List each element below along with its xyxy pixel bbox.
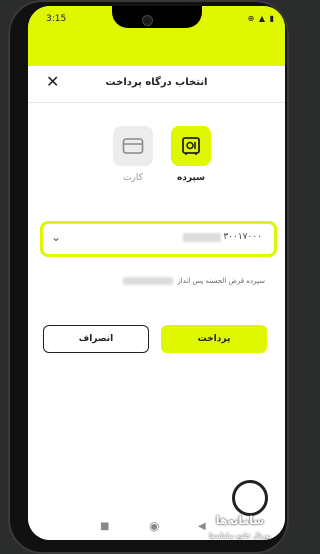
status-time: 3:15 — [46, 14, 67, 24]
status-bar: 3:15 ⊕ ▲ ▮ — [28, 6, 285, 66]
watermark-text: سامانه‌ها — [215, 514, 265, 527]
account-note: سپرده قرض الحسنه پس انداز — [123, 277, 265, 285]
masked-digits — [183, 232, 222, 242]
chevron-down-icon: ⌄ — [51, 230, 62, 244]
account-select[interactable]: ⌄ ۳۰۰۱۷۰۰۰ — [40, 221, 277, 257]
home-icon[interactable]: ◉ — [149, 519, 159, 533]
pay-button[interactable]: پرداخت — [161, 325, 267, 353]
cancel-button[interactable]: انصراف — [43, 325, 149, 353]
watermark-logo: سامانه‌ها پورتال جامع سامانه‌ها — [188, 470, 292, 552]
notch — [112, 6, 202, 28]
method-deposit[interactable]: سپرده — [171, 126, 211, 183]
sheet-title: انتخاب درگاه پرداخت — [105, 77, 208, 88]
method-deposit-label: سپرده — [176, 173, 206, 183]
method-card[interactable]: کارت — [113, 126, 153, 183]
screen: 3:15 ⊕ ▲ ▮ انتخاب درگاه پرداخت ✕ سپرده ک… — [28, 6, 285, 540]
account-type-label: سپرده قرض الحسنه پس انداز — [177, 277, 265, 285]
close-icon[interactable]: ✕ — [46, 72, 59, 91]
card-icon — [122, 138, 144, 154]
sheet-header: انتخاب درگاه پرداخت ✕ — [28, 66, 285, 103]
payment-sheet: انتخاب درگاه پرداخت ✕ سپرده کارت ⌄ ۳۰۰۱۷… — [28, 66, 285, 540]
masked-name — [123, 277, 174, 285]
method-card-label: کارت — [123, 173, 143, 183]
watermark-search-icon — [232, 480, 268, 516]
camera-icon — [142, 15, 153, 26]
account-number: ۳۰۰۱۷۰۰۰ — [223, 232, 262, 242]
status-icons: ⊕ ▲ ▮ — [247, 14, 275, 23]
watermark-subtext: پورتال جامع سامانه‌ها — [209, 532, 271, 540]
safe-icon — [182, 137, 200, 155]
method-deposit-tile[interactable] — [171, 126, 211, 166]
recents-icon[interactable]: ■ — [100, 521, 109, 532]
method-card-tile[interactable] — [113, 126, 153, 166]
account-number-value: ۳۰۰۱۷۰۰۰ — [183, 232, 262, 242]
